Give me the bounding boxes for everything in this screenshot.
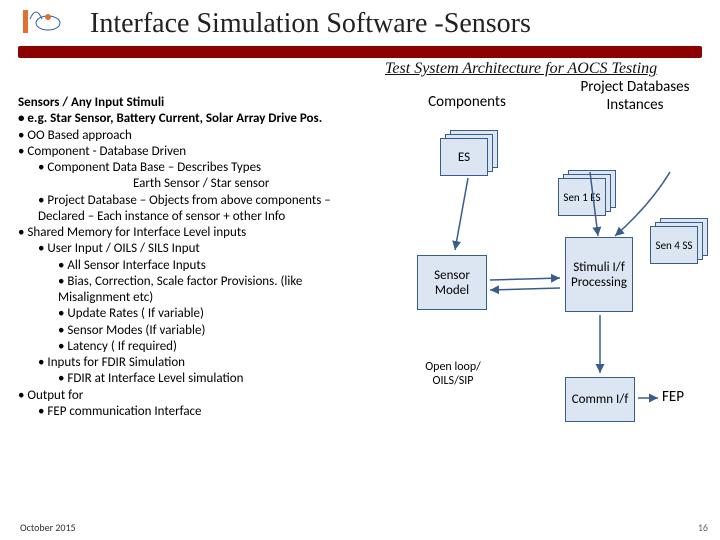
text-line: • FEP communication Interface <box>38 404 418 420</box>
isro-logo <box>18 5 68 35</box>
es-component-stack: ES <box>440 130 500 178</box>
text-line: • Bias, Correction, Scale factor Provisi… <box>58 274 418 290</box>
sen1-label: Sen 1 ES <box>558 178 606 216</box>
slide-title: Interface Simulation Software -Sensors <box>90 8 531 40</box>
text-line: Earth Sensor / Star sensor <box>133 176 418 192</box>
instances-header: Project Databases Instances <box>555 78 715 114</box>
text-line: • OO Based approach <box>18 128 418 144</box>
text-line: • FDIR at Interface Level simulation <box>58 371 418 387</box>
text-line: • Shared Memory for Interface Level inpu… <box>18 225 418 241</box>
text-line: • Latency ( If required) <box>58 339 418 355</box>
text-line: Declared – Each instance of sensor + oth… <box>38 209 418 225</box>
sen4-label: Sen 4 SS <box>650 226 698 264</box>
fep-label: FEP <box>662 388 684 406</box>
sensor-model-box: Sensor Model <box>417 255 487 310</box>
stimuli-box: Stimuli I/f Processing <box>565 237 633 312</box>
text-line: • Inputs for FDIR Simulation <box>38 355 418 371</box>
sen4-stack: Sen 4 SS <box>650 218 710 266</box>
text-line: • User Input / OILS / SILS Input <box>38 241 418 257</box>
text-line: • All Sensor Interface Inputs <box>58 258 418 274</box>
components-header: Components <box>412 93 522 111</box>
text-heading: Sensors / Any Input Stimuli <box>18 95 164 110</box>
content-text: Sensors / Any Input Stimuli • e.g. Star … <box>18 95 418 420</box>
slide-date: October 2015 <box>20 521 76 534</box>
sen1-stack: Sen 1 ES <box>558 170 618 218</box>
text-line: • Update Rates ( If variable) <box>58 306 418 322</box>
text-line: • Project Database – Objects from above … <box>38 193 418 209</box>
text-line: Misalignment etc) <box>58 290 418 306</box>
es-label: ES <box>440 138 488 176</box>
page-number: 16 <box>698 521 708 534</box>
text-line: • Component Data Base – Describes Types <box>38 160 418 176</box>
text-line: • e.g. Star Sensor, Battery Current, Sol… <box>18 111 322 126</box>
text-line: • Component - Database Driven <box>18 144 418 160</box>
commn-box: Commn I/f <box>565 377 635 422</box>
openloop-label: Open loop/ OILS/SIP <box>413 360 493 388</box>
text-line: • Sensor Modes (If variable) <box>58 323 418 339</box>
text-line: • Output for <box>18 388 418 404</box>
architecture-banner: Test System Architecture for AOCS Testin… <box>385 60 657 78</box>
title-rule <box>18 46 702 58</box>
